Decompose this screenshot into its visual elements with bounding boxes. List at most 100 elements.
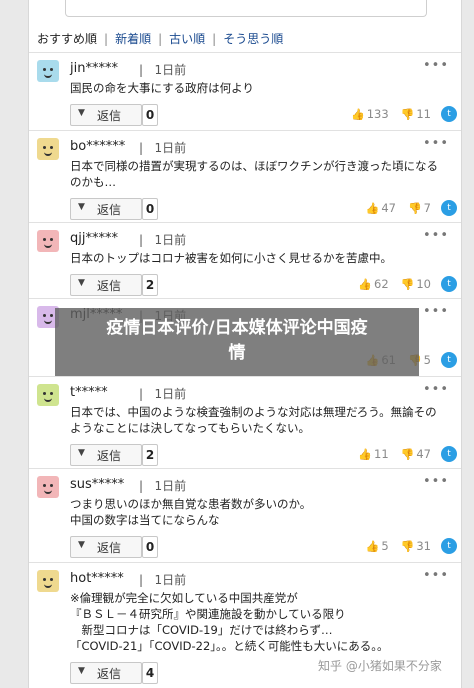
timestamp: 1日前 — [154, 573, 187, 587]
chevron-down-icon: ▼ — [78, 666, 85, 676]
thumbs-down-icon: 👎 — [400, 108, 415, 121]
comment-line: ※倫理観が完全に欠如している中国共産党が — [70, 591, 298, 605]
avatar[interactable] — [37, 60, 59, 82]
reply-label: 返信 — [97, 541, 122, 555]
comment-body: ※倫理観が完全に欠如している中国共産党が 『ＢＳＬ－４研究所』や関連施設を動かして… — [70, 590, 458, 654]
username[interactable]: t***** — [70, 385, 108, 400]
reply-label: 返信 — [97, 449, 122, 463]
like-button[interactable]: 👍 62 — [358, 277, 388, 291]
vote-stats: 👍 11 👎 47 — [346, 447, 431, 461]
reply-button[interactable]: ▼ 返信 — [70, 198, 142, 220]
username[interactable]: qjj***** — [70, 231, 118, 246]
timestamp: 1日前 — [154, 479, 187, 493]
like-count: 62 — [374, 277, 389, 291]
more-options-icon[interactable]: ••• — [423, 474, 449, 489]
more-options-icon[interactable]: ••• — [423, 382, 449, 397]
reply-count[interactable]: 0 — [142, 536, 158, 558]
avatar[interactable] — [37, 476, 59, 498]
divider — [29, 222, 461, 223]
reply-count[interactable]: 0 — [142, 104, 158, 126]
comment-body: 日本で同様の措置が実現するのは、ほぼワクチンが行き渡った頃になる のかも… — [70, 158, 458, 190]
twitter-share-icon[interactable]: t — [441, 276, 457, 292]
avatar-eye — [50, 314, 53, 317]
thumbs-up-icon: 👍 — [365, 540, 380, 553]
dislike-button[interactable]: 👎 31 — [401, 539, 431, 553]
thumbs-up-icon: 👍 — [358, 278, 373, 291]
avatar[interactable] — [37, 384, 59, 406]
chevron-down-icon: ▼ — [78, 448, 85, 458]
vote-stats: 👍 47 👎 7 — [354, 201, 431, 215]
sort-recommended[interactable]: おすすめ順 — [37, 30, 97, 47]
reply-count[interactable]: 2 — [142, 274, 158, 296]
avatar[interactable] — [37, 138, 59, 160]
dislike-count: 7 — [423, 201, 431, 215]
comment-meta: | 1日前 — [139, 479, 187, 493]
comment-line: 日本のトップはコロナ被害を如何に小さく見せるかを苦慮中。 — [70, 251, 392, 265]
divider — [29, 298, 461, 299]
reply-button[interactable]: ▼ 返信 — [70, 104, 142, 126]
comment-meta: | 1日前 — [139, 387, 187, 401]
username[interactable]: jin***** — [70, 61, 118, 76]
like-count: 11 — [374, 447, 389, 461]
reply-count[interactable]: 4 — [142, 662, 158, 684]
dislike-count: 31 — [416, 539, 431, 553]
avatar-eye — [50, 68, 53, 71]
comment-meta: | 1日前 — [139, 63, 187, 77]
like-button[interactable]: 👍 133 — [351, 107, 389, 121]
twitter-share-icon[interactable]: t — [441, 352, 457, 368]
like-count: 133 — [366, 107, 389, 121]
like-button[interactable]: 👍 47 — [366, 201, 396, 215]
like-button[interactable]: 👍 11 — [358, 447, 388, 461]
like-count: 5 — [381, 539, 389, 553]
banner-title-line1: 疫情日本评价/日本媒体评论中国疫 — [106, 318, 368, 338]
sort-newest[interactable]: 新着順 — [115, 30, 151, 47]
dislike-button[interactable]: 👎 11 — [401, 107, 431, 121]
dislike-count: 47 — [416, 447, 431, 461]
sort-agree[interactable]: そう思う順 — [223, 30, 283, 47]
avatar-mouth — [44, 150, 52, 156]
avatar-eye — [43, 484, 46, 487]
comment-line: 新型コロナは「COVID-19」だけでは終わらず… — [70, 623, 333, 637]
reply-button[interactable]: ▼ 返信 — [70, 662, 142, 684]
vote-stats: 👍 133 👎 11 — [339, 107, 431, 121]
dislike-button[interactable]: 👎 10 — [401, 277, 431, 291]
reply-button[interactable]: ▼ 返信 — [70, 274, 142, 296]
comment-line: 日本では、中国のような検査強制のような対応は無理だろう。無論その — [70, 405, 437, 419]
twitter-share-icon[interactable]: t — [441, 446, 457, 462]
avatar-eye — [50, 484, 53, 487]
avatar-eye — [50, 146, 53, 149]
thumbs-down-icon: 👎 — [400, 278, 415, 291]
reply-button[interactable]: ▼ 返信 — [70, 444, 142, 466]
avatar[interactable] — [37, 230, 59, 252]
username[interactable]: sus***** — [70, 477, 124, 492]
comment-line: のかも… — [70, 175, 116, 189]
avatar-eye — [50, 238, 53, 241]
dislike-button[interactable]: 👎 7 — [408, 201, 431, 215]
comment-body: 国民の命を大事にする政府は何より — [70, 80, 458, 96]
twitter-share-icon[interactable]: t — [441, 200, 457, 216]
username[interactable]: bo****** — [70, 139, 125, 154]
reply-count[interactable]: 2 — [142, 444, 158, 466]
reply-count[interactable]: 0 — [142, 198, 158, 220]
twitter-share-icon[interactable]: t — [441, 106, 457, 122]
comment-line: つまり思いのほか無自覚な患者数が多いのか。 — [70, 497, 312, 511]
sort-oldest[interactable]: 古い順 — [169, 30, 205, 47]
comment-input-box[interactable] — [65, 0, 427, 17]
more-options-icon[interactable]: ••• — [423, 58, 449, 73]
avatar[interactable] — [37, 570, 59, 592]
more-options-icon[interactable]: ••• — [423, 228, 449, 243]
timestamp: 1日前 — [154, 387, 187, 401]
timestamp: 1日前 — [154, 141, 187, 155]
chevron-down-icon: ▼ — [78, 540, 85, 550]
more-options-icon[interactable]: ••• — [423, 304, 449, 319]
reply-button[interactable]: ▼ 返信 — [70, 536, 142, 558]
dislike-button[interactable]: 👎 47 — [401, 447, 431, 461]
chevron-down-icon: ▼ — [78, 278, 85, 288]
more-options-icon[interactable]: ••• — [423, 136, 449, 151]
avatar-mouth — [44, 242, 52, 248]
twitter-share-icon[interactable]: t — [441, 538, 457, 554]
thumbs-down-icon: 👎 — [400, 540, 415, 553]
like-button[interactable]: 👍 5 — [366, 539, 389, 553]
more-options-icon[interactable]: ••• — [423, 568, 449, 583]
username[interactable]: hot***** — [70, 571, 124, 586]
